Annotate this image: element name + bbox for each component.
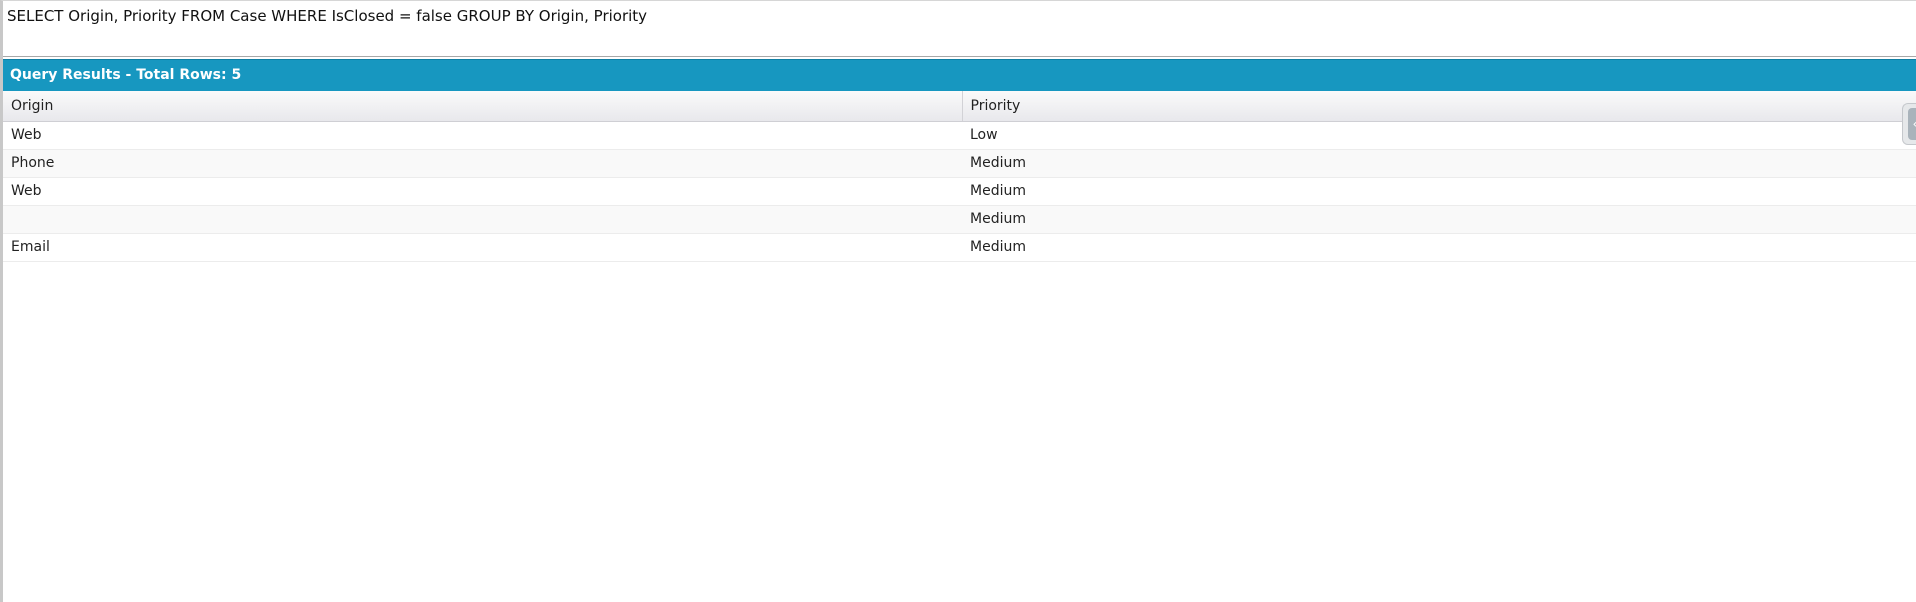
column-header-priority[interactable]: Priority bbox=[962, 91, 1916, 122]
cell-origin bbox=[3, 205, 962, 234]
cell-origin: Web bbox=[3, 177, 962, 206]
table-row[interactable]: Web Low bbox=[3, 121, 1916, 150]
table-row[interactable]: Web Medium bbox=[3, 177, 1916, 206]
query-editor[interactable]: SELECT Origin, Priority FROM Case WHERE … bbox=[3, 1, 1916, 57]
table-row[interactable]: Email Medium bbox=[3, 233, 1916, 262]
query-input[interactable]: SELECT Origin, Priority FROM Case WHERE … bbox=[3, 1, 1916, 56]
query-results-panel: Query Results - Total Rows: 5 Origin Pri… bbox=[3, 59, 1916, 602]
results-table: Origin Priority Web Low Phone Medium Web… bbox=[3, 91, 1916, 262]
cell-origin: Web bbox=[3, 121, 962, 150]
cell-origin: Phone bbox=[3, 149, 962, 178]
cell-priority: Medium bbox=[962, 149, 1916, 178]
column-header-origin[interactable]: Origin bbox=[3, 91, 963, 122]
table-row[interactable]: Medium bbox=[3, 205, 1916, 234]
cell-priority: Medium bbox=[962, 205, 1916, 234]
table-row[interactable]: Phone Medium bbox=[3, 149, 1916, 178]
results-header-row: Origin Priority bbox=[3, 91, 1916, 122]
chevron-left-icon: ‹ bbox=[1908, 108, 1916, 140]
cell-priority: Low bbox=[962, 121, 1916, 150]
side-panel-toggle[interactable]: ‹ bbox=[1902, 103, 1916, 145]
cell-origin: Email bbox=[3, 233, 962, 262]
cell-priority: Medium bbox=[962, 233, 1916, 262]
cell-priority: Medium bbox=[962, 177, 1916, 206]
query-tool-window: SELECT Origin, Priority FROM Case WHERE … bbox=[0, 0, 1916, 602]
results-header: Query Results - Total Rows: 5 bbox=[3, 59, 1916, 91]
